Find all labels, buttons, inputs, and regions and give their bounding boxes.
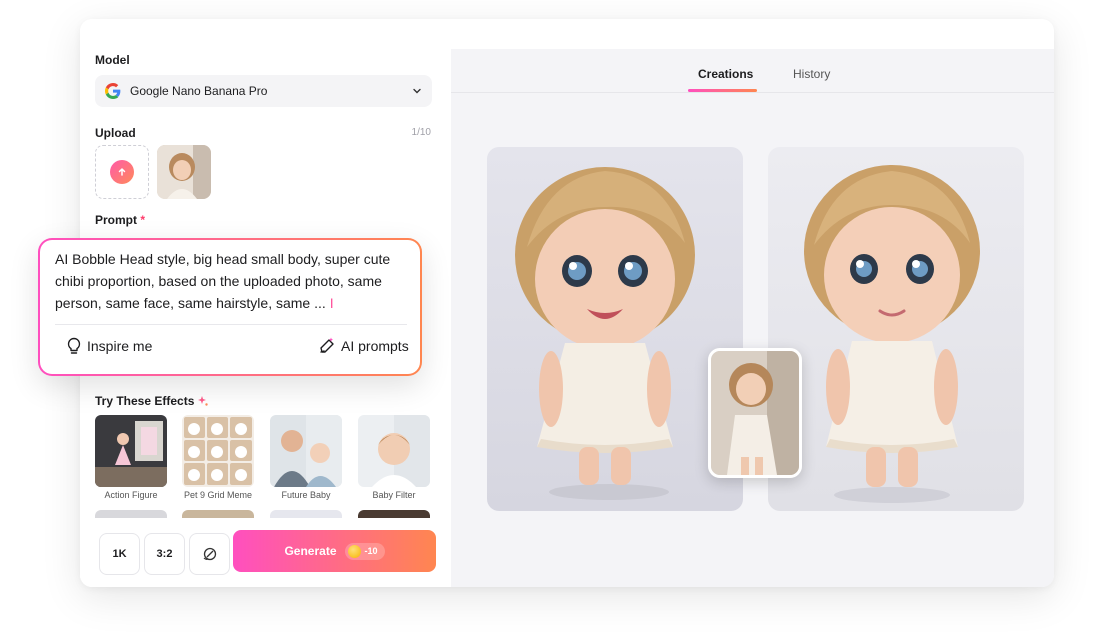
effect-thumbnail-row2[interactable] (182, 510, 254, 518)
google-g-icon (105, 83, 121, 99)
effect-thumbnail-row2[interactable] (270, 510, 342, 518)
effect-caption: Future Baby (281, 490, 331, 500)
effect-caption: Action Figure (104, 490, 158, 500)
effect-thumbnail (182, 415, 254, 487)
effect-baby-filter[interactable]: Baby Filter (358, 415, 430, 500)
generate-button[interactable]: Generate -10 (233, 530, 436, 572)
coin-icon (347, 544, 361, 558)
effect-thumbnail (358, 415, 430, 487)
text-cursor-icon: I (329, 295, 334, 311)
result-image-calm[interactable] (768, 147, 1024, 511)
effect-pet-9-grid-meme[interactable]: Pet 9 Grid Meme (182, 415, 254, 500)
chevron-down-icon (413, 88, 421, 94)
uploaded-photo-thumbnail[interactable] (157, 145, 211, 199)
effects-title: Try These Effects (95, 394, 209, 408)
active-tab-indicator (688, 89, 757, 92)
ai-prompts-button[interactable]: AI prompts (318, 337, 409, 355)
tab-creations[interactable]: Creations (698, 67, 753, 81)
prompt-textarea[interactable]: AI Bobble Head style, big head small bod… (55, 248, 403, 314)
generate-label: Generate (284, 544, 337, 558)
effect-action-figure[interactable]: Action Figure (95, 415, 167, 500)
model-select[interactable]: Google Nano Banana Pro (95, 75, 432, 107)
inspire-me-button[interactable]: Inspire me (66, 337, 152, 355)
reference-photo[interactable] (708, 348, 802, 478)
palette-icon (203, 547, 216, 561)
preview-panel: Creations History (451, 49, 1054, 587)
upload-label: Upload (95, 126, 136, 140)
effect-thumbnail-row2[interactable] (95, 510, 167, 518)
lightbulb-icon (67, 337, 81, 354)
resolution-button[interactable]: 1K (99, 533, 140, 575)
effect-future-baby[interactable]: Future Baby (270, 415, 342, 500)
model-label: Model (95, 53, 130, 67)
generate-bar: 1K 3:2 Generate -10 (80, 524, 451, 587)
effect-thumbnail (270, 415, 342, 487)
effect-thumbnail (95, 415, 167, 487)
effect-caption: Pet 9 Grid Meme (183, 490, 253, 500)
upload-button[interactable] (95, 145, 149, 199)
prompt-divider (55, 324, 407, 325)
upload-icon (110, 160, 134, 184)
tab-history[interactable]: History (793, 67, 830, 81)
screenshot-stage: Model Google Nano Banana Pro Upload 1/10 (0, 0, 1094, 635)
style-settings-button[interactable] (189, 533, 230, 575)
credit-cost-badge: -10 (344, 542, 385, 560)
magic-pen-icon (320, 337, 334, 353)
sparkle-icon (198, 396, 209, 406)
prompt-label: Prompt * (95, 213, 146, 227)
aspect-ratio-button[interactable]: 3:2 (144, 533, 185, 575)
prompt-editor: AI Bobble Head style, big head small bod… (38, 238, 422, 376)
upload-count: 1/10 (411, 127, 431, 138)
result-tabs: Creations History (451, 49, 1054, 93)
model-name: Google Nano Banana Pro (130, 84, 268, 98)
effect-thumbnail-row2[interactable] (358, 510, 430, 518)
effect-caption: Baby Filter (372, 490, 416, 500)
result-image-smiling[interactable] (487, 147, 743, 511)
